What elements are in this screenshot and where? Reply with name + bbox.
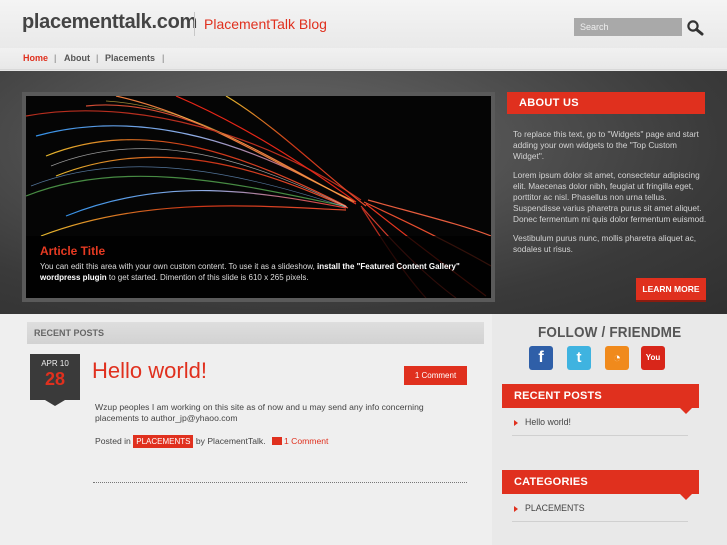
slide-text: You can edit this area with your own cus… bbox=[40, 262, 318, 271]
rss-icon[interactable]: ◔ bbox=[605, 346, 629, 370]
sidebar: FOLLOW / FRIENDME f t ◔ You RECENT POSTS… bbox=[492, 314, 727, 545]
slide-text: to get started. Dimention of this slide … bbox=[106, 273, 309, 282]
about-us-text: To replace this text, go to "Widgets" pa… bbox=[513, 129, 707, 263]
youtube-icon[interactable]: You bbox=[641, 346, 665, 370]
recent-post-link[interactable]: Hello world! bbox=[502, 417, 688, 427]
nav-separator: | bbox=[54, 53, 57, 63]
date-badge-arrow bbox=[45, 400, 65, 406]
post-body: Wzup peoples I am working on this site a… bbox=[95, 402, 424, 423]
widget-divider bbox=[512, 521, 688, 522]
comment-icon bbox=[272, 437, 282, 445]
about-paragraph: Lorem ipsum dolor sit amet, consectetur … bbox=[513, 170, 707, 224]
post-title[interactable]: Hello world! bbox=[92, 358, 207, 384]
post-divider bbox=[93, 482, 467, 483]
post-date-badge: APR 10 28 bbox=[30, 354, 80, 400]
about-us-heading: ABOUT US bbox=[507, 92, 705, 114]
nav-separator: | bbox=[96, 53, 99, 63]
slide-description: You can edit this area with your own cus… bbox=[40, 261, 477, 283]
slide-caption: Article Title You can edit this area wit… bbox=[26, 236, 491, 298]
post-date-day: 28 bbox=[44, 369, 66, 389]
meta-comments-link[interactable]: 1 Comment bbox=[284, 436, 328, 446]
site-header: placementtalk.com PlacementTalk Blog bbox=[0, 0, 727, 48]
nav-item-about[interactable]: About bbox=[64, 53, 90, 63]
recent-posts-heading: RECENT POSTS bbox=[27, 322, 484, 344]
nav-item-placements[interactable]: Placements bbox=[105, 53, 155, 63]
nav-item-home[interactable]: Home bbox=[23, 53, 48, 63]
slide-title[interactable]: Article Title bbox=[40, 244, 477, 258]
about-paragraph: Vestibulum purus nunc, mollis pharetra a… bbox=[513, 233, 697, 254]
meta-author: by PlacementTalk. bbox=[195, 436, 266, 446]
featured-slider: Article Title You can edit this area wit… bbox=[22, 92, 495, 302]
follow-heading: FOLLOW / FRIENDME bbox=[538, 324, 682, 341]
search-input[interactable] bbox=[574, 18, 682, 36]
facebook-icon[interactable]: f bbox=[529, 346, 553, 370]
category-link[interactable]: PLACEMENTS bbox=[502, 503, 688, 513]
search-icon[interactable] bbox=[686, 19, 704, 37]
learn-more-button[interactable]: LEARN MORE bbox=[636, 278, 706, 300]
categories-widget-heading: CATEGORIES bbox=[502, 470, 699, 494]
recent-posts-widget-heading: RECENT POSTS bbox=[502, 384, 699, 408]
widget-heading-notch bbox=[680, 494, 692, 500]
header-divider bbox=[194, 12, 195, 36]
featured-slide[interactable]: Article Title You can edit this area wit… bbox=[26, 96, 491, 298]
site-logo[interactable]: placementtalk.com bbox=[22, 11, 197, 34]
nav-separator: | bbox=[162, 53, 165, 63]
main-content: RECENT POSTS APR 10 28 Hello world! 1 Co… bbox=[0, 314, 492, 545]
about-paragraph: To replace this text, go to "Widgets" pa… bbox=[513, 129, 699, 161]
twitter-icon[interactable]: t bbox=[567, 346, 591, 370]
blog-title[interactable]: PlacementTalk Blog bbox=[204, 16, 327, 32]
post-date-month: APR 10 bbox=[41, 359, 69, 368]
post-meta: Posted in PLACEMENTS by PlacementTalk. 1… bbox=[95, 435, 328, 448]
widget-divider bbox=[512, 435, 688, 436]
widget-heading-notch bbox=[680, 408, 692, 414]
meta-posted-in: Posted in bbox=[95, 436, 131, 446]
post-category-tag[interactable]: PLACEMENTS bbox=[133, 435, 194, 448]
comments-button[interactable]: 1 Comment bbox=[404, 366, 467, 385]
main-nav: Home | About | Placements | bbox=[0, 48, 727, 70]
featured-band: Article Title You can edit this area wit… bbox=[0, 71, 727, 314]
